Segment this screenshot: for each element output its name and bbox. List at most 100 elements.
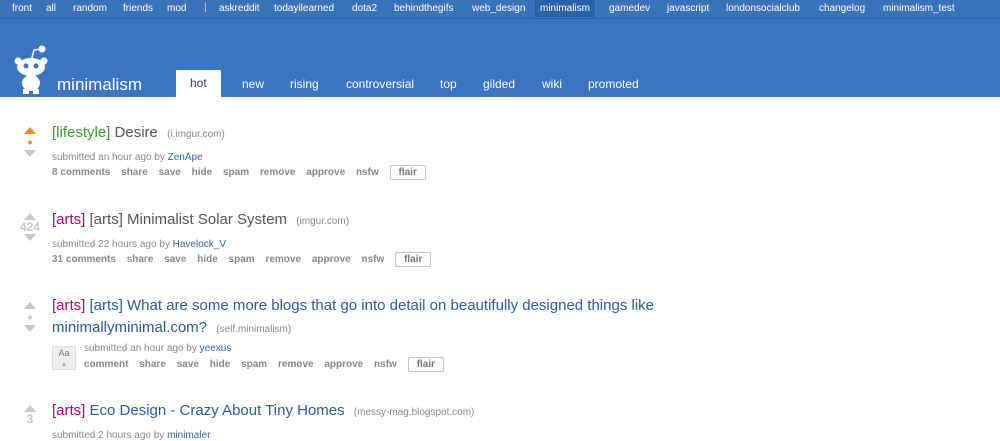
sr-link-front[interactable]: front [12, 3, 32, 14]
score-dot: • [27, 134, 33, 150]
post-title-line1[interactable]: [arts] What are some more blogs that go … [90, 297, 655, 314]
post-domain[interactable]: (self.minimalism) [216, 324, 291, 335]
post-title-continued[interactable]: minimallyminimal.com? (self.minimalism) [52, 319, 291, 336]
tab-top[interactable]: top [440, 77, 457, 91]
remove-button[interactable]: remove [260, 167, 296, 178]
nsfw-button[interactable]: nsfw [362, 254, 385, 265]
nsfw-button[interactable]: nsfw [374, 359, 397, 370]
upvote-arrow-icon[interactable] [24, 405, 36, 412]
sr-link-londonsocialclub[interactable]: londonsocialclub [726, 3, 800, 14]
tab-gilded[interactable]: gilded [483, 77, 515, 91]
sr-link-minimalism-test[interactable]: minimalism_test [883, 3, 955, 14]
upvote-arrow-icon[interactable] [24, 213, 36, 220]
post-buttons: 8 comments share save hide spam remove a… [52, 165, 434, 180]
author-link[interactable]: ZenApe [168, 152, 203, 163]
approve-button[interactable]: approve [324, 359, 363, 370]
downvote-arrow-icon[interactable] [24, 150, 36, 157]
submitted-text: submitted an hour ago by [52, 152, 165, 163]
hide-button[interactable]: hide [210, 359, 231, 370]
post-title-line2[interactable]: minimallyminimal.com? [52, 319, 207, 336]
sr-link-changelog[interactable]: changelog [819, 3, 865, 14]
save-button[interactable]: save [164, 254, 186, 265]
sr-link-todayilearned[interactable]: todayilearned [274, 3, 334, 14]
reddit-alien-icon[interactable] [12, 45, 50, 95]
comments-button[interactable]: 8 comments [52, 167, 110, 178]
tab-hot[interactable]: hot [176, 70, 221, 97]
post-flair: [arts] [52, 297, 86, 314]
post-domain[interactable]: (i.imgur.com) [167, 129, 225, 140]
vote-box: 424 [18, 213, 42, 241]
sr-link-friends[interactable]: friends [123, 3, 153, 14]
score: 3 [26, 412, 34, 426]
sr-link-gamedev[interactable]: gamedev [609, 3, 650, 14]
sr-link-mod[interactable]: mod [167, 3, 186, 14]
post-title-text[interactable]: [arts] Minimalist Solar System [90, 211, 288, 228]
sr-separator: | [204, 2, 207, 13]
flair-button[interactable]: flair [389, 165, 426, 180]
save-button[interactable]: save [177, 359, 199, 370]
post-buttons: 31 comments share save hide spam remove … [52, 252, 439, 267]
sr-link-behindthegifs[interactable]: behindthegifs [394, 3, 454, 14]
approve-button[interactable]: approve [312, 254, 351, 265]
submitted-text: submitted an hour ago by [84, 343, 197, 354]
sr-link-askreddit[interactable]: askreddit [219, 3, 260, 14]
score: 424 [19, 220, 41, 234]
post-title[interactable]: [arts] [arts] What are some more blogs t… [52, 297, 654, 314]
post-title[interactable]: [arts] Eco Design - Crazy About Tiny Hom… [52, 402, 474, 419]
tab-wiki[interactable]: wiki [542, 77, 562, 91]
hide-button[interactable]: hide [192, 167, 213, 178]
post-flair: [arts] [52, 402, 86, 419]
post-flair: [arts] [52, 211, 86, 228]
post-title-text[interactable]: Eco Design - Crazy About Tiny Homes [90, 402, 345, 419]
downvote-arrow-icon[interactable] [24, 325, 36, 332]
submitted-text: submitted 22 hours ago by [52, 239, 170, 250]
share-button[interactable]: share [139, 359, 166, 370]
share-button[interactable]: share [121, 167, 148, 178]
post-buttons: comment share save hide spam remove appr… [84, 357, 452, 372]
flair-button[interactable]: flair [407, 357, 444, 372]
subreddit-title[interactable]: minimalism [57, 75, 142, 95]
tab-promoted[interactable]: promoted [588, 77, 639, 91]
sr-link-random[interactable]: random [73, 3, 107, 14]
nsfw-button[interactable]: nsfw [356, 167, 379, 178]
submitted-text: submitted 2 hours ago by [52, 430, 165, 441]
comment-button[interactable]: comment [84, 359, 128, 370]
post-title[interactable]: [lifestyle] Desire (i.imgur.com) [52, 124, 225, 141]
sr-link-all[interactable]: all [46, 3, 56, 14]
sr-link-dota2[interactable]: dota2 [352, 3, 377, 14]
downvote-arrow-icon[interactable] [24, 234, 36, 241]
sr-link-web-design[interactable]: web_design [472, 3, 525, 14]
upvote-arrow-icon[interactable] [24, 127, 36, 134]
author-link[interactable]: Havelock_V [173, 239, 226, 250]
vote-box: • [18, 302, 42, 332]
post-tagline: submitted 2 hours ago by minimaler [52, 430, 210, 441]
hide-button[interactable]: hide [197, 254, 218, 265]
comments-button[interactable]: 31 comments [52, 254, 116, 265]
spam-button[interactable]: spam [229, 254, 255, 265]
tab-new[interactable]: new [242, 77, 264, 91]
sr-link-minimalism[interactable]: minimalism [535, 0, 595, 17]
remove-button[interactable]: remove [265, 254, 301, 265]
header: minimalism hot new rising controversial … [0, 19, 1000, 97]
flair-button[interactable]: flair [395, 252, 432, 267]
post-title[interactable]: [arts] [arts] Minimalist Solar System (i… [52, 211, 349, 228]
vote-box: 3 [18, 405, 42, 426]
author-link[interactable]: yeexus [200, 343, 232, 354]
post-title-text[interactable]: Desire [115, 124, 158, 141]
post-flair: [lifestyle] [52, 124, 111, 141]
tab-rising[interactable]: rising [290, 77, 319, 91]
share-button[interactable]: share [127, 254, 154, 265]
tab-controversial[interactable]: controversial [346, 77, 414, 91]
spam-button[interactable]: spam [241, 359, 267, 370]
spam-button[interactable]: spam [223, 167, 249, 178]
self-thumb-glyph: Aa [58, 348, 70, 358]
post-domain[interactable]: (messy-mag.blogspot.com) [354, 407, 475, 418]
post-domain[interactable]: (imgur.com) [296, 216, 349, 227]
remove-button[interactable]: remove [278, 359, 314, 370]
author-link[interactable]: minimaler [167, 430, 210, 441]
sr-link-javascript[interactable]: javascript [667, 3, 709, 14]
upvote-arrow-icon[interactable] [24, 302, 36, 309]
approve-button[interactable]: approve [306, 167, 345, 178]
save-button[interactable]: save [159, 167, 181, 178]
self-post-thumbnail[interactable]: Aa + [52, 346, 76, 370]
